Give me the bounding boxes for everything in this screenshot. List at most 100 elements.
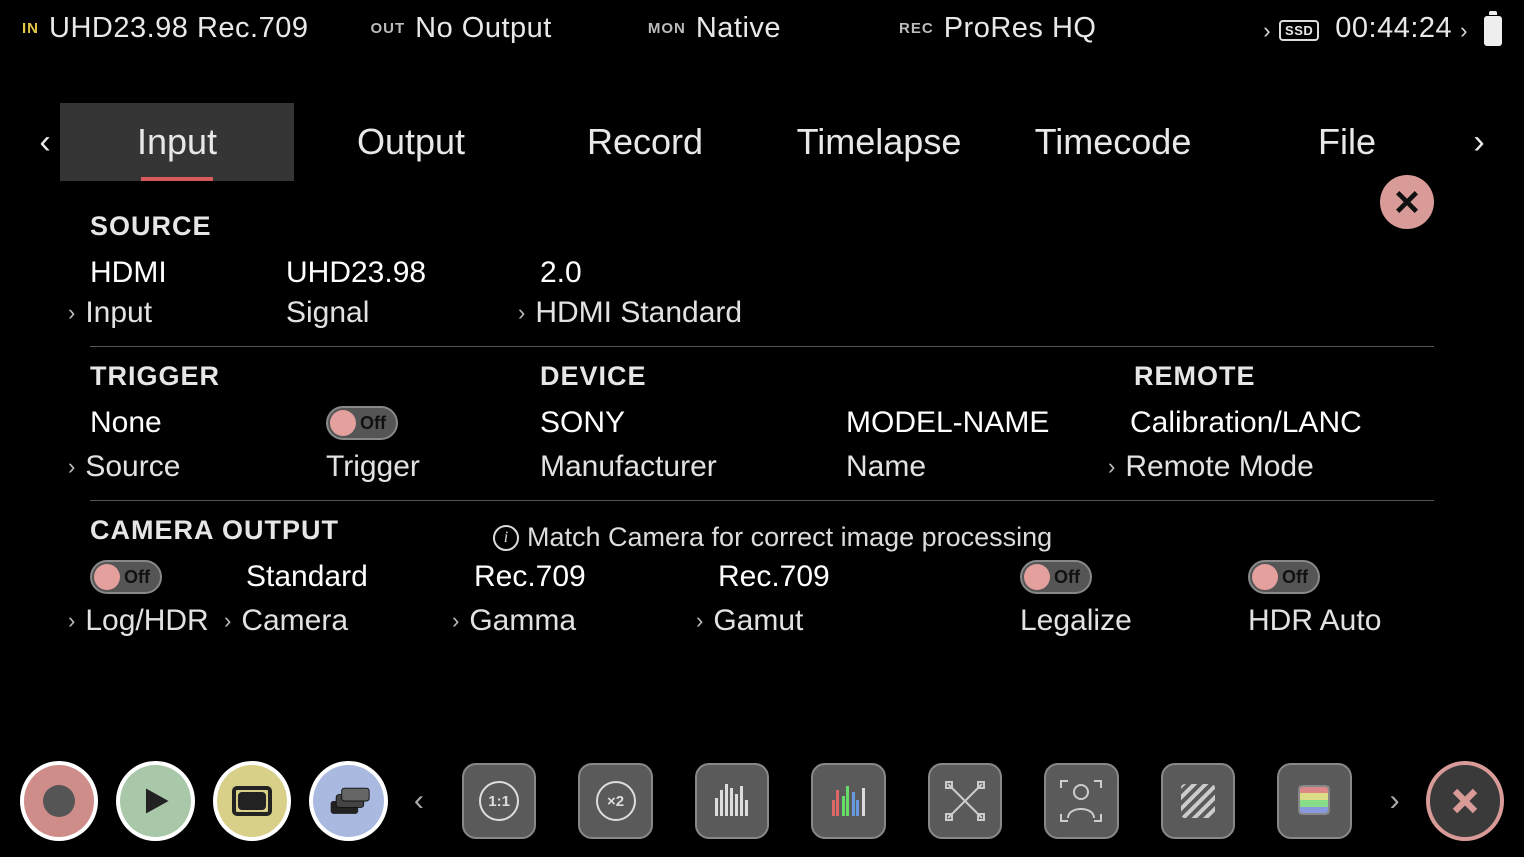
gamut-value: Rec.709	[718, 560, 1020, 598]
status-in-tag: IN	[22, 20, 39, 37]
status-mon-value: Native	[696, 12, 781, 45]
status-in-value: UHD23.98 Rec.709	[49, 12, 308, 45]
legalize-toggle[interactable]: Off	[1020, 560, 1092, 594]
battery-icon[interactable]	[1484, 16, 1502, 46]
tabs-prev-button[interactable]: ‹	[30, 123, 60, 162]
status-in[interactable]: IN UHD23.98 Rec.709	[22, 12, 308, 45]
tab-record[interactable]: Record	[528, 103, 762, 181]
tools-prev-button[interactable]: ‹	[406, 784, 432, 818]
loghdr-button[interactable]: › Log/HDR	[90, 604, 246, 638]
status-out[interactable]: OUT No Output	[308, 12, 551, 45]
status-right: › SSD 00:44:24 ›	[1261, 12, 1502, 45]
false-color-button[interactable]	[1277, 763, 1351, 839]
chevron-right-icon: ›	[518, 300, 525, 326]
camera-output-note: i Match Camera for correct image process…	[493, 522, 1052, 553]
zoom-2x-button[interactable]: ×2	[578, 763, 652, 839]
edit-button[interactable]	[309, 761, 387, 841]
device-manufacturer-value: SONY	[540, 406, 846, 444]
source-signal-value: UHD23.98	[286, 256, 540, 290]
vectorscope-button[interactable]	[928, 763, 1002, 839]
section-device-heading: DEVICE	[540, 361, 1134, 392]
chevron-right-icon[interactable]: ›	[1460, 18, 1468, 44]
trigger-source-value: None	[90, 406, 326, 444]
record-button[interactable]	[20, 761, 98, 841]
section-remote-heading: REMOTE	[1134, 361, 1256, 392]
chevron-right-icon: ›	[224, 608, 231, 634]
status-mon[interactable]: MON Native	[552, 12, 781, 45]
toggle-knob-icon	[1024, 564, 1050, 590]
zebra-button[interactable]	[1161, 763, 1235, 839]
zoom-1to1-button[interactable]: 1:1	[462, 763, 536, 839]
source-input-button[interactable]: › Input	[90, 296, 286, 330]
trigger-toggle-state: Off	[356, 413, 394, 434]
chevron-right-icon: ›	[696, 608, 703, 634]
status-bar: IN UHD23.98 Rec.709 OUT No Output MON Na…	[0, 0, 1524, 45]
legalize-toggle-state: Off	[1050, 567, 1088, 588]
chevron-right-icon: ›	[68, 608, 75, 634]
section-trigger-heading: TRIGGER	[90, 361, 540, 392]
rgb-parade-icon	[826, 778, 872, 824]
tools-next-button[interactable]: ›	[1382, 784, 1408, 818]
monitor-icon	[232, 786, 272, 816]
tab-timelapse[interactable]: Timelapse	[762, 103, 996, 181]
hdrauto-toggle-state: Off	[1278, 567, 1316, 588]
hdrauto-toggle[interactable]: Off	[1248, 560, 1320, 594]
false-color-icon	[1291, 778, 1337, 824]
vectorscope-icon	[942, 778, 988, 824]
rgb-parade-button[interactable]	[811, 763, 885, 839]
section-camera-output-heading: CAMERA OUTPUT	[90, 515, 339, 546]
waveform-icon	[709, 778, 755, 824]
person-icon	[1058, 778, 1104, 824]
chevron-right-icon: ›	[68, 300, 75, 326]
chevron-right-icon: ›	[452, 608, 459, 634]
status-rec-tag: REC	[899, 20, 934, 37]
device-name-label: Name	[846, 450, 1130, 484]
status-rec[interactable]: REC ProRes HQ	[781, 12, 1096, 45]
remote-mode-value: Calibration/LANC	[1130, 406, 1362, 444]
play-button[interactable]	[116, 761, 194, 841]
trigger-source-button[interactable]: › Source	[90, 450, 326, 484]
settings-panel: SOURCE HDMI UHD23.98 2.0 › Input Signal …	[0, 181, 1524, 654]
source-hdmistd-button[interactable]: › HDMI Standard	[540, 296, 1100, 330]
section-trigger-device-remote: None Off SONY MODEL-NAME Calibration/LAN…	[90, 402, 1434, 501]
gamut-button[interactable]: › Gamut	[718, 604, 1020, 638]
timecode-value[interactable]: 00:44:24	[1335, 12, 1452, 45]
trigger-toggle[interactable]: Off	[326, 406, 398, 440]
hdrauto-label: HDR Auto	[1248, 604, 1381, 638]
tab-input[interactable]: Input	[60, 103, 294, 181]
chevron-right-icon[interactable]: ›	[1263, 18, 1271, 44]
focus-peaking-button[interactable]	[1044, 763, 1118, 839]
monitor-button[interactable]	[213, 761, 291, 841]
toolbar-close-button[interactable]	[1426, 761, 1504, 841]
zoom-1to1-icon: 1:1	[479, 781, 519, 821]
legalize-label: Legalize	[1020, 604, 1248, 638]
media-badge[interactable]: SSD	[1279, 20, 1319, 41]
layers-icon	[327, 784, 371, 818]
zoom-2x-icon: ×2	[596, 781, 636, 821]
tabs-next-button[interactable]: ›	[1464, 123, 1494, 162]
bottom-toolbar: ‹ 1:1 ×2	[0, 761, 1524, 841]
zebra-icon	[1175, 778, 1221, 824]
device-manufacturer-label: Manufacturer	[540, 450, 846, 484]
section-camera-output: Off Standard Rec.709 Rec.709 Off Off ›	[90, 556, 1434, 654]
waveform-button[interactable]	[695, 763, 769, 839]
camera-button[interactable]: › Camera	[246, 604, 474, 638]
section-source-heading: SOURCE	[90, 211, 1434, 242]
info-icon: i	[493, 525, 519, 551]
gamma-button[interactable]: › Gamma	[474, 604, 718, 638]
close-panel-button[interactable]	[1380, 175, 1434, 229]
tab-output[interactable]: Output	[294, 103, 528, 181]
loghdr-toggle-state: Off	[120, 567, 158, 588]
device-name-value: MODEL-NAME	[846, 406, 1130, 444]
tab-timecode[interactable]: Timecode	[996, 103, 1230, 181]
chevron-right-icon: ›	[68, 454, 75, 480]
settings-tabs: ‹ Input Output Record Timelapse Timecode…	[0, 103, 1524, 181]
tab-file[interactable]: File	[1230, 103, 1464, 181]
status-mon-tag: MON	[648, 20, 686, 37]
toggle-knob-icon	[1252, 564, 1278, 590]
loghdr-toggle[interactable]: Off	[90, 560, 162, 594]
trigger-trigger-label: Trigger	[326, 450, 540, 484]
remote-mode-button[interactable]: › Remote Mode	[1130, 450, 1362, 484]
source-signal-label: Signal	[286, 296, 540, 330]
record-icon	[43, 785, 75, 817]
